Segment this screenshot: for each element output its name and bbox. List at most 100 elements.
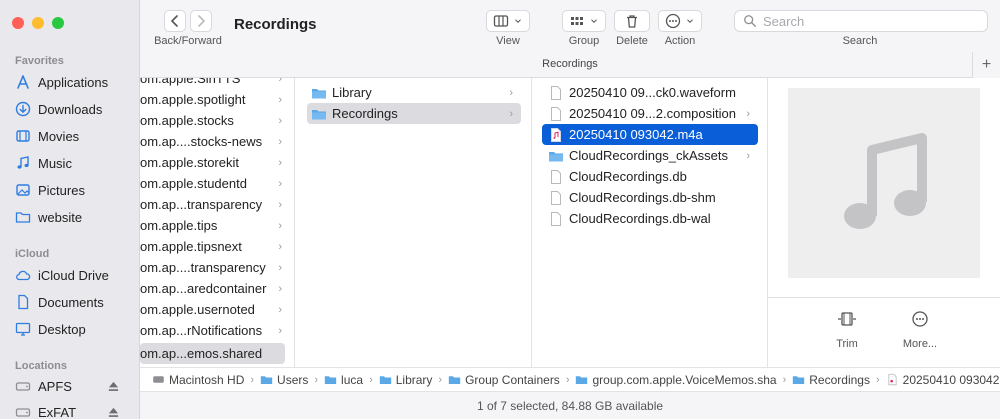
list-item[interactable]: om.apple.usernoted ›	[140, 299, 290, 320]
sidebar-item-applications[interactable]: Applications	[15, 71, 137, 93]
folder-icon	[793, 376, 805, 384]
delete-button[interactable]	[614, 10, 650, 32]
sidebar-item-apfs[interactable]: APFS	[15, 375, 137, 397]
chevron-right-icon: ›	[782, 373, 787, 386]
crumb-label: 20250410 093042.m4a	[902, 372, 1000, 387]
path-crumb-voicememos[interactable]: group.com.apple.VoiceMemos.sha	[575, 372, 777, 387]
list-item[interactable]: om.ap....transparency ›	[140, 257, 290, 278]
list-item[interactable]: om.apple.studentd ›	[140, 173, 290, 194]
preview-thumbnail	[788, 88, 980, 278]
crumb-label: group.com.apple.VoiceMemos.sha	[592, 372, 777, 387]
list-item[interactable]: 20250410 09...2.composition ›	[544, 103, 758, 124]
column-1[interactable]: om.apple.SiriTTS › om.apple.spotlight › om…	[140, 78, 295, 367]
path-crumb-library[interactable]: Library	[379, 373, 432, 387]
path-crumb-file[interactable]: 20250410 093042.m4a	[886, 373, 1000, 387]
action-button[interactable]	[658, 10, 702, 32]
list-item-label: om.ap....stocks-news	[140, 134, 263, 149]
sidebar-item-label: website	[38, 209, 83, 225]
chevron-down-icon	[515, 19, 521, 23]
list-item[interactable]: om.ap...rNotifications ›	[140, 320, 290, 341]
list-item-label: om.apple.storekit	[140, 155, 239, 170]
crumb-label: Group Containers	[465, 372, 560, 387]
preview-pane: Trim More...	[768, 78, 1000, 367]
list-item-label: om.ap...emos.shared	[140, 346, 263, 361]
list-item[interactable]: om.apple.tips ›	[140, 215, 290, 236]
list-item[interactable]: om.apple.tipsnext ›	[140, 236, 290, 257]
more-button[interactable]: More...	[890, 310, 950, 350]
crumb-label: Macintosh HD	[169, 372, 245, 387]
chevron-right-icon: ›	[278, 114, 282, 127]
folder-icon	[15, 212, 31, 223]
list-item-selected[interactable]: 20250410 093042.m4a	[542, 124, 758, 145]
minimize-window-button[interactable]	[32, 17, 44, 29]
eject-icon[interactable]	[108, 381, 119, 392]
eject-icon[interactable]	[108, 407, 119, 418]
forward-button[interactable]	[190, 10, 212, 32]
path-crumb-luca[interactable]: luca	[324, 373, 363, 387]
file-icon	[551, 169, 561, 184]
audio-file-icon	[551, 127, 561, 142]
more-label: More...	[902, 338, 938, 350]
search-input[interactable]	[763, 13, 983, 29]
list-item[interactable]: om.ap...aredcontainer ›	[140, 278, 290, 299]
path-crumb-macintosh-hd[interactable]: Macintosh HD	[152, 373, 244, 387]
group-button[interactable]	[562, 10, 606, 32]
sidebar-item-label: Desktop	[38, 321, 86, 337]
path-crumb-recordings[interactable]: Recordings	[792, 373, 870, 387]
list-item[interactable]: CloudRecordings.db-wal	[544, 208, 758, 229]
sidebar-item-movies[interactable]: Movies	[15, 125, 137, 147]
list-item[interactable]: om.ap...transparency ›	[140, 194, 290, 215]
maximize-window-button[interactable]	[52, 17, 64, 29]
sidebar-item-pictures[interactable]: Pictures	[15, 179, 137, 201]
sidebar-item-website[interactable]: website	[15, 206, 137, 228]
chevron-right-icon: ›	[278, 282, 282, 295]
icloud-icon	[16, 270, 31, 281]
column-3[interactable]: 20250410 09...ck0.waveform 20250410 09..…	[532, 78, 768, 367]
list-item[interactable]: om.apple.SiriTTS ›	[140, 78, 290, 89]
sidebar-item-label: APFS	[38, 378, 72, 394]
back-button[interactable]	[164, 10, 186, 32]
drive-icon	[153, 376, 164, 383]
list-item[interactable]: om.apple.storekit ›	[140, 152, 290, 173]
list-item-selected[interactable]: Recordings ›	[307, 103, 521, 124]
search-label: Search	[842, 35, 878, 47]
folder-icon	[260, 376, 273, 384]
path-crumb-users[interactable]: Users	[260, 373, 308, 387]
list-item[interactable]: CloudRecordings_ckAssets ›	[544, 145, 758, 166]
chevron-right-icon: ›	[565, 373, 570, 386]
trim-button[interactable]: Trim	[817, 310, 877, 350]
list-item[interactable]: 20250410 09...ck0.waveform	[544, 82, 758, 103]
list-item-selected[interactable]: om.ap...emos.shared	[140, 343, 285, 364]
search-field[interactable]	[734, 10, 988, 32]
chevron-right-icon: ›	[509, 86, 513, 99]
new-tab-button[interactable]: +	[972, 52, 1000, 78]
list-item[interactable]: CloudRecordings.db	[544, 166, 758, 187]
sidebar-item-music[interactable]: Music	[15, 152, 137, 174]
drive-icon	[15, 408, 31, 417]
folder-icon	[312, 109, 326, 119]
list-item[interactable]: Library ›	[307, 82, 521, 103]
search-icon	[744, 15, 756, 27]
column-2[interactable]: Library › Recordings ›	[295, 78, 532, 367]
path-crumb-group-containers[interactable]: Group Containers	[448, 373, 560, 387]
sidebar-item-downloads[interactable]: Downloads	[15, 98, 137, 120]
list-item-label: Library	[332, 85, 372, 100]
grid-icon	[571, 17, 583, 25]
sidebar-item-documents[interactable]: Documents	[15, 291, 137, 313]
chevron-right-icon: ›	[438, 373, 443, 386]
list-item[interactable]: om.apple.spotlight ›	[140, 89, 290, 110]
sidebar-item-icloud-drive[interactable]: iCloud Drive	[15, 264, 137, 286]
trim-label: Trim	[836, 338, 858, 350]
close-window-button[interactable]	[12, 17, 24, 29]
list-item[interactable]: om.apple.stocks ›	[140, 110, 290, 131]
downloads-icon	[15, 101, 31, 117]
chevron-right-icon: ›	[314, 373, 319, 386]
view-button[interactable]	[486, 10, 530, 32]
sidebar-item-desktop[interactable]: Desktop	[15, 318, 137, 340]
document-icon	[18, 294, 29, 310]
sidebar-item-exfat[interactable]: ExFAT	[15, 401, 137, 419]
sidebar-item-label: Documents	[38, 294, 104, 310]
list-item[interactable]: om.ap....stocks-news ›	[140, 131, 290, 152]
audio-file-icon	[888, 373, 897, 386]
list-item[interactable]: CloudRecordings.db-shm	[544, 187, 758, 208]
